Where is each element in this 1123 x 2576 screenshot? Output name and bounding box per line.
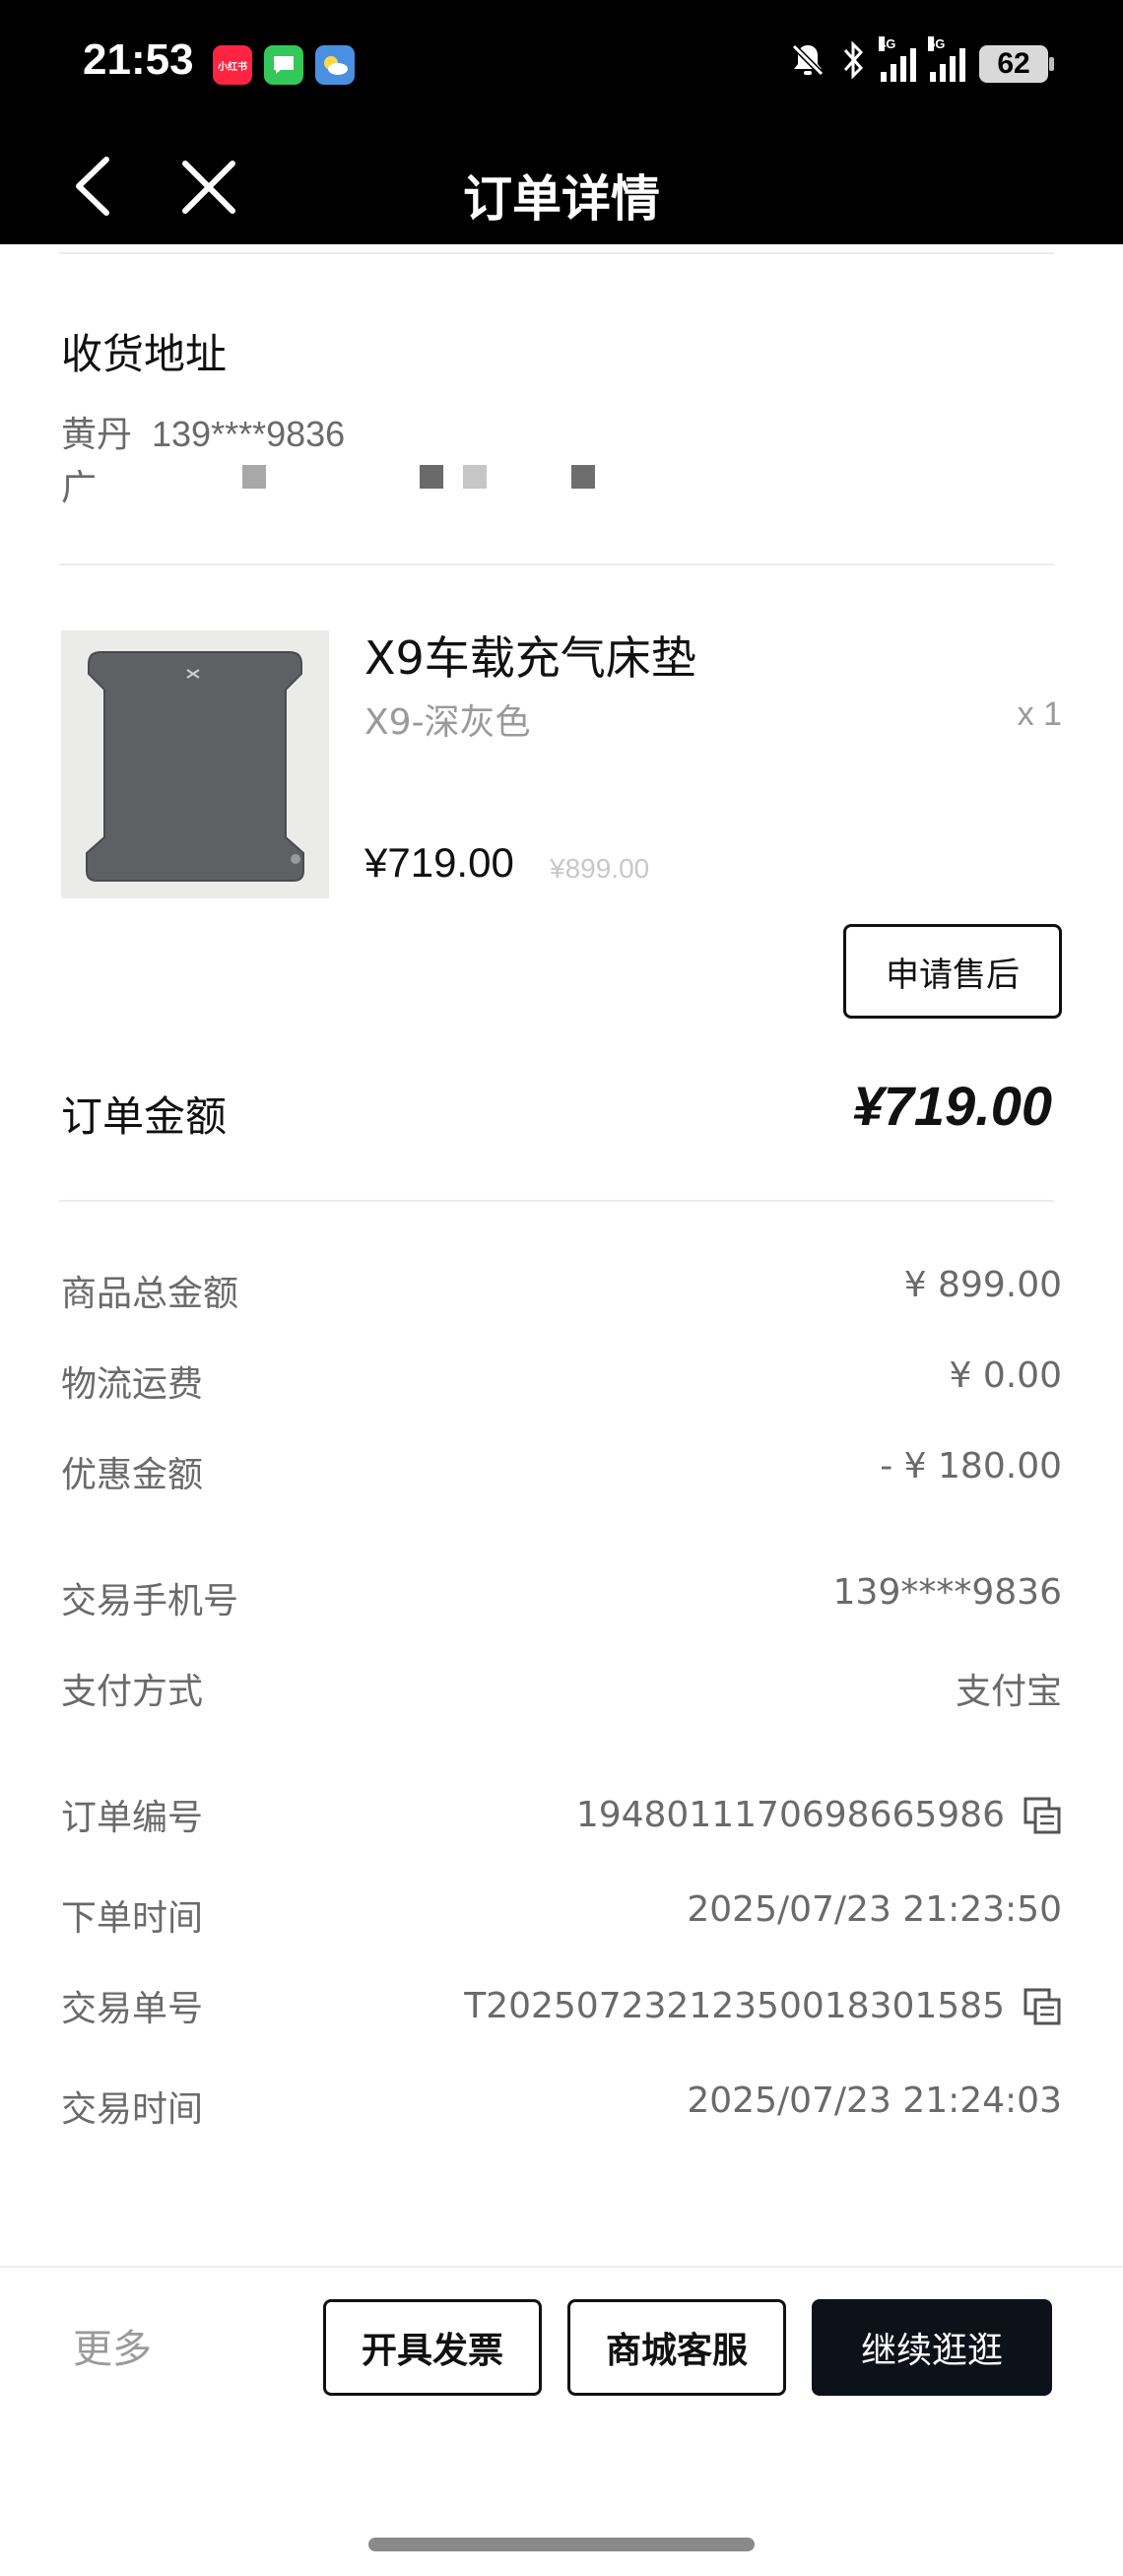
divider — [59, 1200, 1054, 1202]
detail-row-payment-method: 支付方式 支付宝 — [61, 1663, 1062, 1714]
detail-key: 优惠金额 — [61, 1455, 204, 1495]
detail-key: 交易单号 — [61, 1989, 204, 2029]
address-title: 收货地址 — [61, 330, 228, 378]
signal-4g-label: 4G — [879, 36, 896, 51]
detail-value: 2025/07/23 21:24:03 — [687, 2081, 1062, 2121]
air-mattress-image — [61, 630, 329, 898]
recipient-phone: 139****9836 — [152, 414, 346, 454]
bluetooth-icon — [841, 39, 867, 89]
detail-value: - ¥ 180.00 — [880, 1446, 1062, 1486]
customer-service-button[interactable]: 商城客服 — [567, 2299, 786, 2396]
detail-value-text: T20250723212350018301585 — [464, 1986, 1005, 2026]
product-quantity: x 1 — [1017, 695, 1062, 733]
detail-key: 下单时间 — [61, 1898, 204, 1939]
detail-value-text: 支付宝 — [955, 1672, 1062, 1712]
weather-app-icon — [315, 45, 355, 85]
signal-5g-icon: 5G — [928, 36, 965, 82]
detail-key: 交易时间 — [61, 2089, 204, 2130]
address-detail: 广 — [61, 468, 98, 508]
detail-value: 2025/07/23 21:23:50 — [687, 1889, 1062, 1930]
detail-value: T20250723212350018301585 — [464, 1986, 1062, 2026]
product-name[interactable]: X9车载充气床垫 — [364, 623, 696, 688]
messages-app-icon — [264, 45, 303, 85]
invoice-button[interactable]: 开具发票 — [323, 2299, 542, 2396]
detail-value: ¥ 899.00 — [904, 1265, 1062, 1305]
product-original-price: ¥899.00 — [550, 853, 650, 884]
home-indicator[interactable] — [368, 2538, 755, 2551]
detail-value-text: 2025/07/23 21:23:50 — [687, 1889, 1062, 1930]
after-sales-button[interactable]: 申请售后 — [843, 924, 1062, 1019]
detail-value: 139****9836 — [833, 1572, 1062, 1613]
continue-shopping-button[interactable]: 继续逛逛 — [812, 2299, 1052, 2396]
detail-row-order-time: 下单时间 2025/07/23 21:23:50 — [61, 1889, 1062, 1941]
detail-value: ¥ 0.00 — [949, 1355, 1062, 1396]
copy-icon[interactable] — [1023, 1987, 1062, 2026]
product-variant: X9-深灰色 — [364, 702, 531, 743]
detail-value-text: 139****9836 — [832, 1572, 1062, 1613]
detail-value-text: 2025/07/23 21:24:03 — [687, 2081, 1062, 2121]
status-bar: 21:53 小红书 4G 5G 62 — [0, 0, 1123, 128]
status-time: 21:53 — [83, 35, 194, 84]
divider — [59, 563, 1054, 565]
detail-row-order-number: 订单编号 1948011170698665986 — [61, 1789, 1062, 1840]
detail-value: 支付宝 — [956, 1663, 1062, 1714]
redaction-mark — [242, 465, 266, 489]
page-title: 订单详情 — [463, 171, 660, 227]
detail-key: 支付方式 — [61, 1672, 204, 1712]
order-amount-label: 订单金额 — [61, 1092, 228, 1141]
detail-row-transaction-number: 交易单号 T20250723212350018301585 — [61, 1980, 1062, 2031]
copy-icon[interactable] — [1023, 1796, 1062, 1835]
redaction-mark — [571, 465, 595, 489]
signal-4g-icon: 4G — [879, 36, 916, 82]
detail-row-transaction-time: 交易时间 2025/07/23 21:24:03 — [61, 2081, 1062, 2132]
detail-key: 订单编号 — [61, 1798, 204, 1838]
detail-key: 商品总金额 — [61, 1274, 239, 1314]
more-button[interactable]: 更多 — [73, 2317, 152, 2374]
detail-row-phone: 交易手机号 139****9836 — [61, 1572, 1062, 1623]
redaction-mark — [463, 465, 487, 489]
battery-icon: 62 — [979, 45, 1054, 83]
product-price: ¥719.00 — [364, 839, 514, 886]
redaction-mark — [420, 465, 443, 489]
detail-row-discount: 优惠金额 - ¥ 180.00 — [61, 1446, 1062, 1497]
battery-level: 62 — [997, 47, 1030, 80]
detail-value-text: ¥ 899.00 — [903, 1265, 1062, 1305]
nav-header: 订单详情 — [0, 128, 1123, 244]
detail-value-text: 1948011170698665986 — [575, 1795, 1005, 1835]
status-icons: 4G 5G 62 — [788, 36, 1054, 89]
detail-value-text: ¥ 0.00 — [949, 1355, 1062, 1396]
divider — [59, 252, 1054, 254]
xiaohongshu-app-icon: 小红书 — [213, 45, 252, 85]
detail-row-shipping: 物流运费 ¥ 0.00 — [61, 1355, 1062, 1407]
detail-value: 1948011170698665986 — [576, 1795, 1062, 1835]
divider — [0, 2266, 1123, 2268]
detail-key: 交易手机号 — [61, 1581, 239, 1621]
mute-bell-icon — [788, 40, 827, 89]
signal-5g-label: 5G — [928, 36, 946, 51]
recipient-name: 黄丹 — [61, 415, 133, 455]
product-image[interactable] — [61, 630, 329, 898]
order-amount-value: ¥719.00 — [852, 1075, 1052, 1137]
detail-row-goods-total: 商品总金额 ¥ 899.00 — [61, 1265, 1062, 1316]
detail-value-text: - ¥ 180.00 — [880, 1446, 1062, 1486]
detail-key: 物流运费 — [61, 1364, 204, 1405]
address-contact: 黄丹 139****9836 — [61, 406, 345, 457]
